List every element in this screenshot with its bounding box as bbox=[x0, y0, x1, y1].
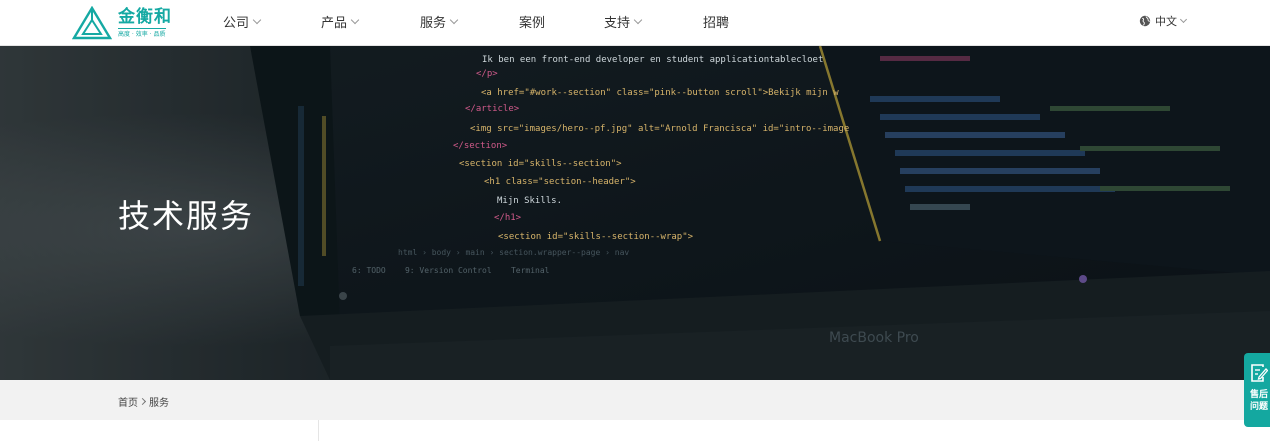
code-line: </p> bbox=[476, 69, 498, 79]
status-item: main bbox=[465, 248, 485, 257]
nav-item-label: 招聘 bbox=[703, 16, 730, 31]
logo[interactable]: 金衡和 高度 · 效率 · 品质 bbox=[72, 3, 172, 43]
after-sales-widget[interactable]: 售后问题 bbox=[1244, 353, 1270, 427]
code-line: Ik ben een front-end developer en studen… bbox=[482, 55, 824, 65]
chevron-down-icon bbox=[449, 15, 459, 24]
nav-item-cases[interactable]: 案例 bbox=[519, 12, 545, 31]
panel-tab: 9: Version Control bbox=[404, 266, 492, 275]
language-switcher[interactable]: 中文 bbox=[1139, 13, 1188, 29]
code-line: </h1> bbox=[494, 213, 522, 223]
chevron-down-icon bbox=[350, 15, 360, 24]
code-line: </article> bbox=[465, 104, 520, 114]
breadcrumb: 首页 服务 bbox=[118, 394, 169, 409]
nav-item-label: 服务 bbox=[420, 16, 447, 31]
logo-divider bbox=[118, 28, 166, 29]
status-item: body bbox=[431, 248, 451, 257]
after-sales-label: 售后问题 bbox=[1249, 390, 1268, 412]
editor-panel-tabs: 6: TODO 9: Version Control Terminal bbox=[352, 266, 549, 275]
breadcrumb-bar: 首页 服务 bbox=[0, 380, 1270, 420]
nav-item-label: 案例 bbox=[519, 16, 546, 31]
nav-item-label: 支持 bbox=[604, 16, 631, 31]
chevron-down-icon bbox=[633, 15, 643, 24]
nav-item-label: 产品 bbox=[321, 16, 348, 31]
logo-slogan: 高度 · 效率 · 品质 bbox=[118, 31, 166, 38]
logo-name: 金衡和 bbox=[118, 7, 172, 27]
edit-note-icon bbox=[1251, 364, 1268, 382]
hero-banner: Ik ben een front-end developer en studen… bbox=[0, 46, 1270, 380]
status-item: section.wrapper--page bbox=[499, 248, 601, 257]
code-line: </section> bbox=[453, 141, 508, 151]
chevron-down-icon bbox=[252, 15, 262, 24]
chevron-down-icon bbox=[1179, 15, 1188, 23]
panel-tab: 6: TODO bbox=[352, 266, 386, 275]
code-line: Mijn Skills. bbox=[497, 196, 563, 206]
page-title: 技术服务 bbox=[118, 197, 255, 235]
code-line: <img src="images/hero--pf.jpg" alt="Arno… bbox=[470, 124, 850, 134]
status-item: nav bbox=[614, 248, 630, 257]
nav-item-label: 公司 bbox=[223, 16, 250, 31]
language-label: 中文 bbox=[1155, 15, 1177, 28]
status-item: html bbox=[398, 248, 418, 257]
editor-breadcrumb: html › body › main › section.wrapper--pa… bbox=[398, 248, 630, 257]
nav-item-services[interactable]: 服务 bbox=[420, 12, 459, 31]
nav-item-products[interactable]: 产品 bbox=[321, 12, 360, 31]
logo-triangle-icon bbox=[72, 6, 112, 40]
nav-item-company[interactable]: 公司 bbox=[223, 12, 262, 31]
nav-item-careers[interactable]: 招聘 bbox=[703, 12, 729, 31]
code-line: <a href="#work--section" class="pink--bu… bbox=[481, 88, 839, 98]
code-line: <section id="skills--section"> bbox=[459, 159, 622, 169]
laptop-brand-text: MacBook Pro bbox=[829, 330, 919, 346]
breadcrumb-current[interactable]: 服务 bbox=[149, 394, 169, 409]
nav-item-support[interactable]: 支持 bbox=[604, 12, 643, 31]
panel-tab: Terminal bbox=[510, 266, 550, 275]
sidebar-divider bbox=[318, 420, 319, 441]
globe-icon bbox=[1139, 15, 1151, 27]
code-line: <h1 class="section--header"> bbox=[484, 177, 636, 187]
code-line: <section id="skills--section--wrap"> bbox=[498, 232, 694, 242]
chevron-right-icon bbox=[138, 397, 147, 406]
breadcrumb-home[interactable]: 首页 bbox=[118, 394, 138, 409]
site-header: 金衡和 高度 · 效率 · 品质 公司 产品 服务 案例 支持 招聘 中文 bbox=[0, 0, 1270, 46]
